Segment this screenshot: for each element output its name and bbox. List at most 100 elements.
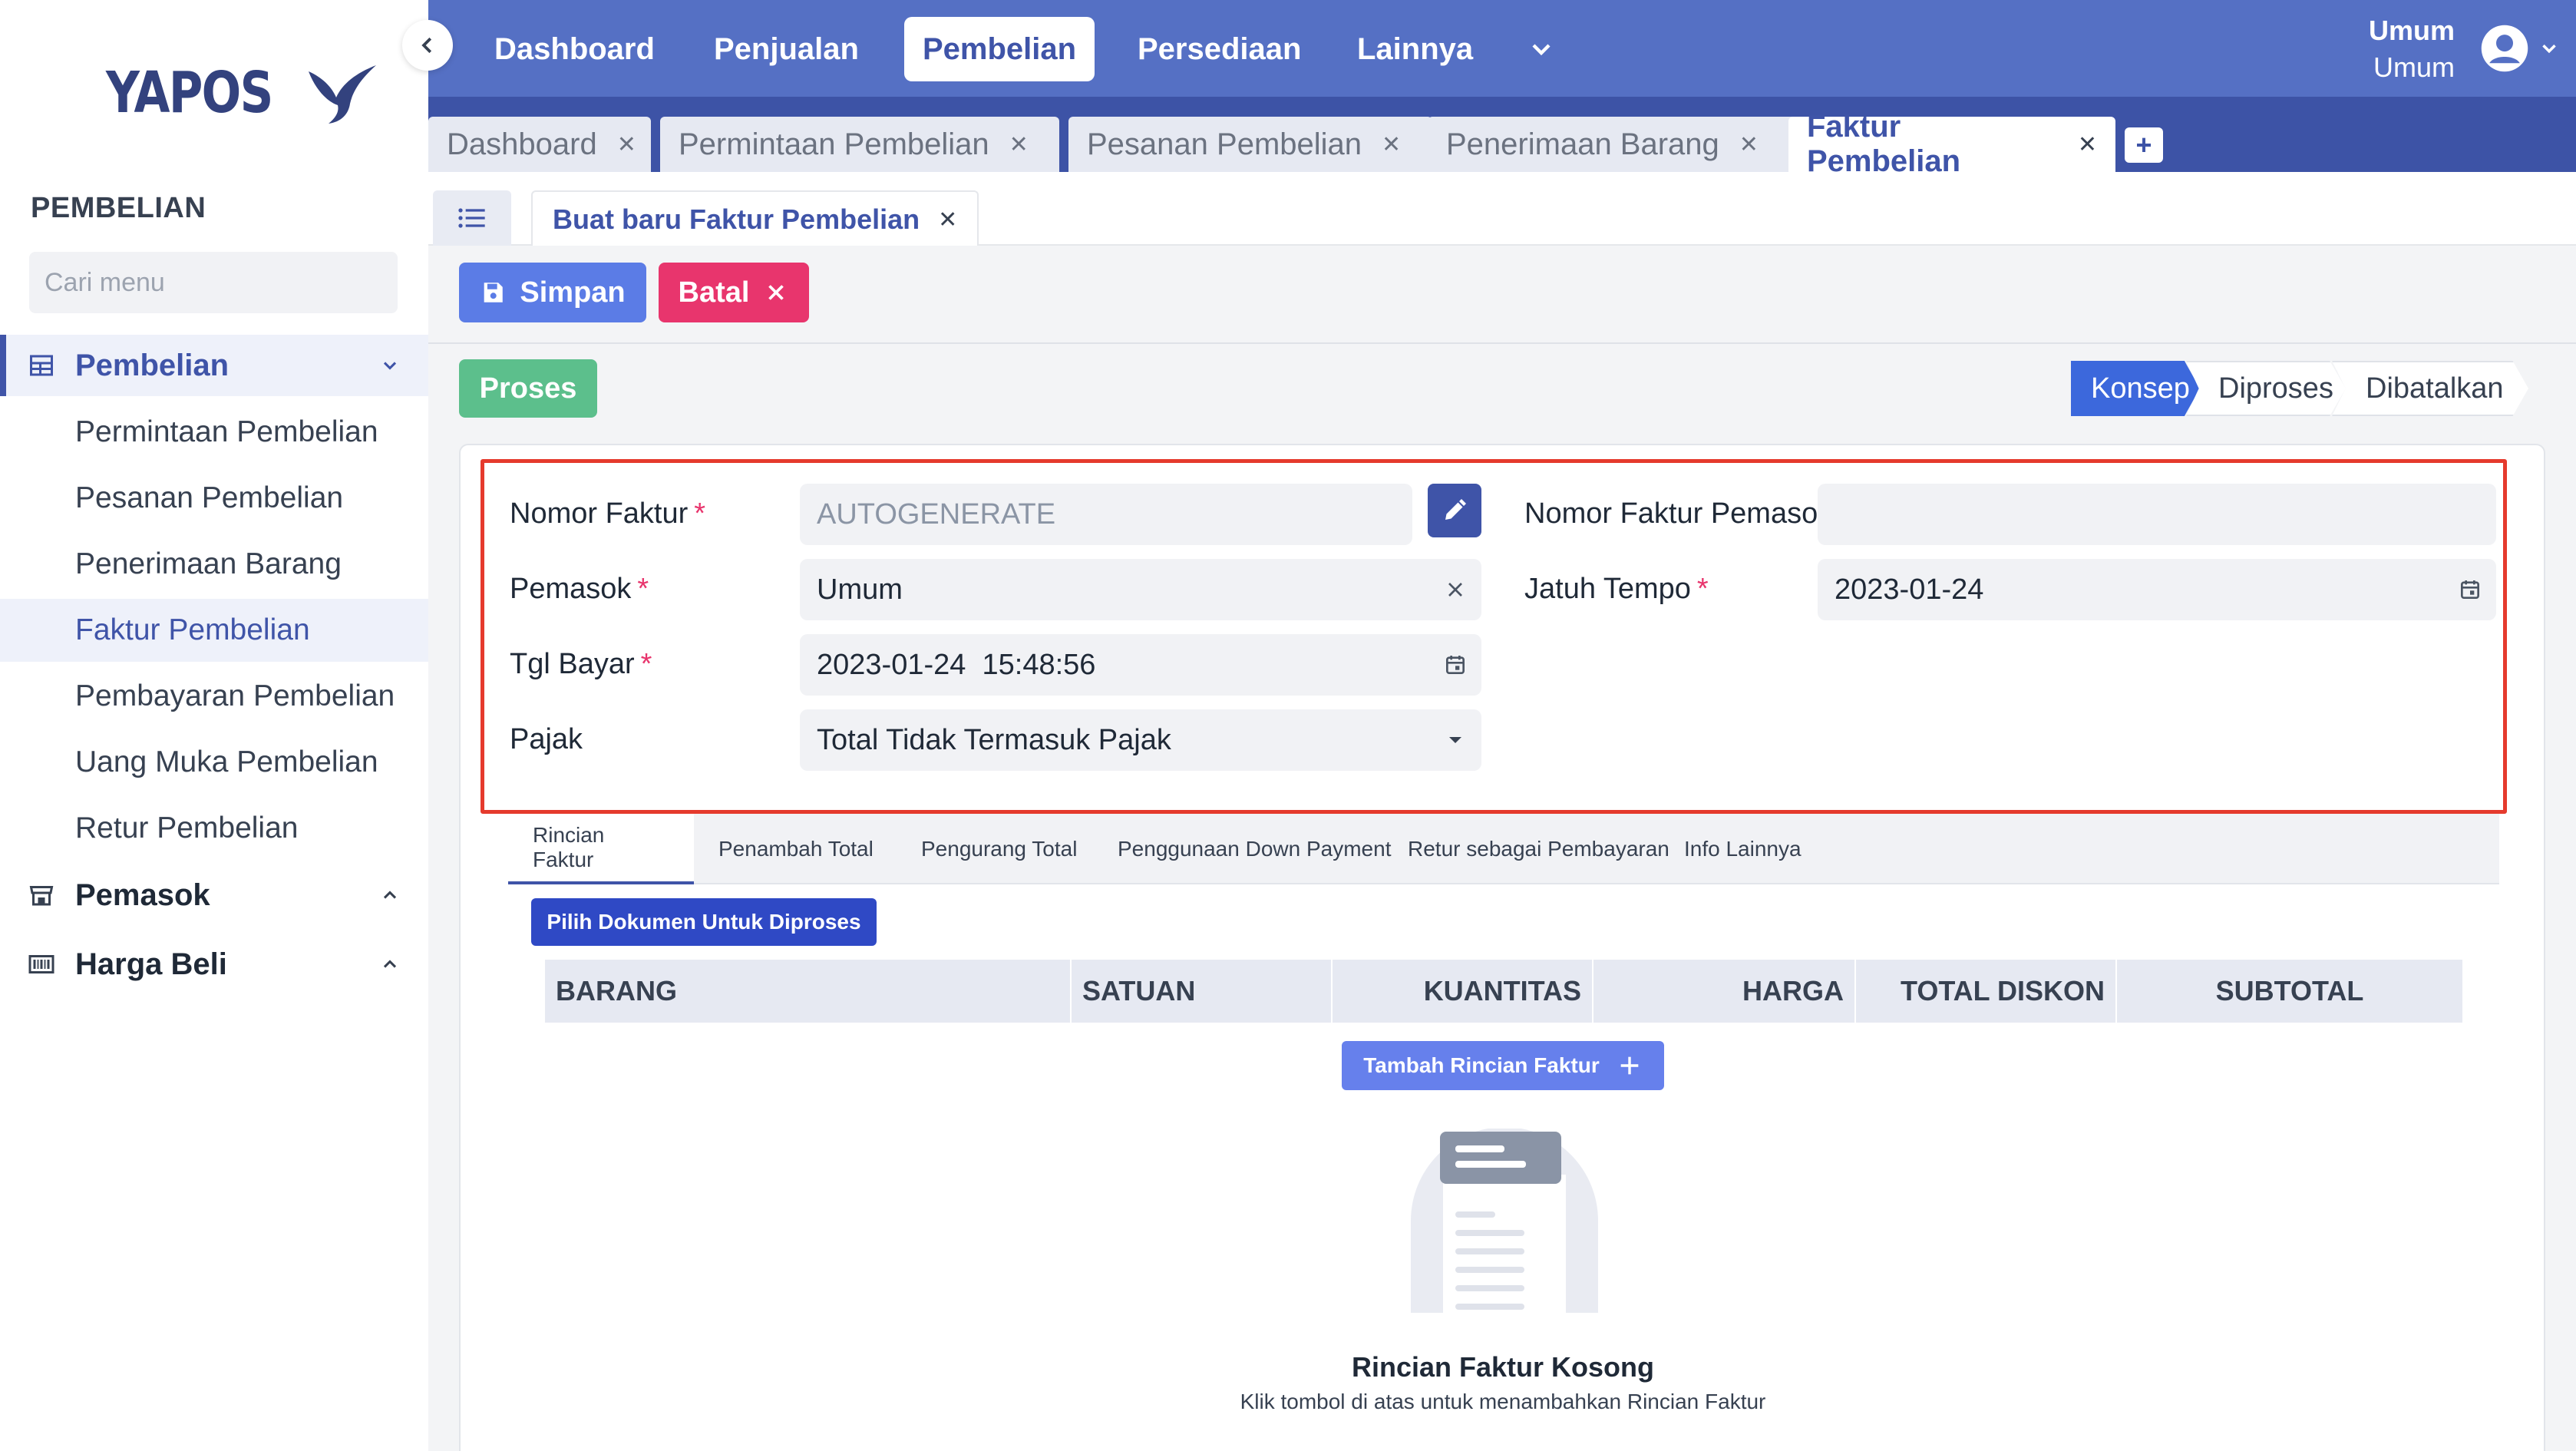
- column-header-total-diskon[interactable]: TOTAL DISKON: [1856, 960, 2117, 1023]
- sidebar-collapse-button[interactable]: [402, 20, 453, 71]
- close-icon[interactable]: ✕: [617, 131, 636, 158]
- close-icon[interactable]: ✕: [1009, 131, 1029, 158]
- pajak-label: Pajak: [510, 723, 583, 755]
- user-info[interactable]: Umum Umum: [2369, 12, 2455, 86]
- sidebar-item-label: Retur Pembelian: [75, 811, 299, 844]
- close-icon[interactable]: ✕: [1739, 131, 1759, 158]
- nomor-faktur-pemasok-input[interactable]: [1818, 484, 2496, 545]
- tgl-bayar-value: 2023-01-24 15:48:56: [817, 648, 1096, 681]
- sidebar-section-title: PEMBELIAN: [31, 192, 206, 224]
- sidebar-item-permintaan-pembelian[interactable]: Permintaan Pembelian: [0, 401, 428, 464]
- tgl-bayar-input[interactable]: 2023-01-24 15:48:56: [800, 634, 1481, 696]
- tab-label: Pesanan Pembelian: [1087, 127, 1362, 161]
- pemasok-label: Pemasok *: [510, 573, 649, 606]
- sub-tab-create-invoice[interactable]: Buat baru Faktur Pembelian ✕: [531, 190, 979, 247]
- status-steps: Konsep Diproses Dibatalkan: [2071, 361, 2528, 416]
- chevron-down-icon[interactable]: [2538, 37, 2561, 60]
- sidebar: YAPOS PEMBELIAN Pembelian Permintaan Pem…: [0, 0, 428, 1451]
- add-invoice-line-button[interactable]: Tambah Rincian Faktur: [1342, 1041, 1664, 1090]
- sidebar-group-label: Pemasok: [75, 878, 210, 912]
- column-header-subtotal[interactable]: SUBTOTAL: [2117, 960, 2462, 1023]
- pick-document-button[interactable]: Pilih Dokumen Untuk Diproses: [531, 898, 877, 946]
- cancel-label: Batal: [678, 276, 750, 309]
- clear-icon[interactable]: [1443, 577, 1468, 602]
- close-icon[interactable]: ✕: [938, 207, 957, 233]
- column-header-harga[interactable]: HARGA: [1593, 960, 1856, 1023]
- tab-rincian-faktur[interactable]: Rincian Faktur: [508, 814, 694, 884]
- sidebar-item-uang-muka-pembelian[interactable]: Uang Muka Pembelian: [0, 731, 428, 794]
- tab-penambah-total[interactable]: Penambah Total: [694, 814, 898, 884]
- process-button[interactable]: Proses: [459, 359, 597, 418]
- bird-logo-icon: [309, 65, 377, 124]
- app-logo[interactable]: YAPOS: [106, 60, 379, 126]
- pemasok-select[interactable]: Umum: [800, 559, 1481, 620]
- sidebar-item-retur-pembelian[interactable]: Retur Pembelian: [0, 797, 428, 860]
- chevron-down-icon: [383, 362, 397, 370]
- sidebar-item-pembayaran-pembelian[interactable]: Pembayaran Pembelian: [0, 665, 428, 728]
- tab-retur-sebagai-pembayaran[interactable]: Retur sebagai Pembayaran: [1383, 814, 1694, 884]
- window-tab-dashboard[interactable]: Dashboard ✕: [428, 117, 651, 172]
- column-header-barang[interactable]: BARANG: [545, 960, 1072, 1023]
- column-header-kuantitas[interactable]: KUANTITAS: [1333, 960, 1593, 1023]
- calendar-icon[interactable]: [1443, 653, 1468, 677]
- jatuh-tempo-input[interactable]: 2023-01-24: [1818, 559, 2496, 620]
- nav-persediaan[interactable]: Persediaan: [1119, 17, 1319, 81]
- nomor-faktur-input[interactable]: AUTOGENERATE: [800, 484, 1412, 545]
- edit-number-button[interactable]: [1428, 484, 1481, 537]
- tab-label: Penerimaan Barang: [1446, 127, 1719, 161]
- menu-search-input[interactable]: [45, 267, 385, 298]
- nav-lainnya[interactable]: Lainnya: [1339, 17, 1491, 81]
- required-mark: *: [637, 573, 649, 605]
- tab-info-lainnya[interactable]: Info Lainnya: [1660, 814, 1826, 884]
- save-label: Simpan: [520, 276, 626, 309]
- sidebar-group-pemasok[interactable]: Pemasok: [0, 864, 428, 926]
- status-step-konsep: Konsep: [2071, 361, 2200, 416]
- required-mark: *: [640, 648, 652, 680]
- user-role: Umum: [2373, 51, 2455, 83]
- tab-pengurang-total[interactable]: Pengurang Total: [897, 814, 1101, 884]
- barcode-icon: [28, 955, 54, 973]
- process-label: Proses: [479, 372, 577, 405]
- plus-icon: +: [2135, 129, 2152, 160]
- sidebar-group-pembelian[interactable]: Pembelian: [0, 335, 428, 396]
- pemasok-value: Umum: [817, 573, 903, 606]
- calendar-icon[interactable]: [2458, 577, 2482, 602]
- save-button[interactable]: Simpan: [459, 263, 646, 322]
- sidebar-item-pesanan-pembelian[interactable]: Pesanan Pembelian: [0, 467, 428, 530]
- window-tab-pesanan-pembelian[interactable]: Pesanan Pembelian ✕: [1068, 117, 1432, 172]
- sidebar-item-faktur-pembelian[interactable]: Faktur Pembelian: [0, 599, 428, 662]
- pajak-select[interactable]: Total Tidak Termasuk Pajak: [800, 709, 1481, 771]
- nav-dashboard[interactable]: Dashboard: [476, 17, 673, 81]
- sidebar-item-penerimaan-barang[interactable]: Penerimaan Barang: [0, 533, 428, 596]
- detail-tabs: Rincian Faktur Penambah Total Pengurang …: [508, 814, 2499, 884]
- add-tab-button[interactable]: +: [2125, 127, 2163, 163]
- close-icon[interactable]: ✕: [1382, 131, 1401, 158]
- required-mark: *: [694, 497, 706, 530]
- plus-icon: [1620, 1056, 1639, 1075]
- tab-penggunaan-down-payment[interactable]: Penggunaan Down Payment: [1093, 814, 1415, 884]
- list-view-button[interactable]: [433, 190, 511, 246]
- nav-pembelian[interactable]: Pembelian: [904, 17, 1095, 81]
- window-tab-faktur-pembelian[interactable]: Faktur Pembelian ✕: [1788, 110, 2115, 178]
- label-text: Pemasok: [510, 573, 632, 605]
- empty-state-title: Rincian Faktur Kosong: [1351, 1351, 1655, 1383]
- sidebar-group-label: Pembelian: [75, 348, 230, 382]
- window-tab-permintaan-pembelian[interactable]: Permintaan Pembelian ✕: [660, 117, 1059, 172]
- nomor-faktur-label: Nomor Faktur *: [510, 497, 705, 530]
- window-tab-penerimaan-barang[interactable]: Penerimaan Barang ✕: [1428, 117, 1821, 172]
- column-header-satuan[interactable]: SATUAN: [1072, 960, 1333, 1023]
- sidebar-group-harga-beli[interactable]: Harga Beli: [0, 934, 428, 995]
- cancel-button[interactable]: Batal: [659, 263, 809, 322]
- nomor-faktur-placeholder: AUTOGENERATE: [817, 497, 1056, 530]
- sidebar-item-label: Pembayaran Pembelian: [75, 679, 395, 712]
- sidebar-item-label: Uang Muka Pembelian: [75, 745, 378, 778]
- tgl-bayar-label: Tgl Bayar *: [510, 648, 652, 681]
- store-icon: [29, 886, 54, 906]
- close-icon[interactable]: ✕: [2078, 131, 2097, 158]
- nav-penjualan[interactable]: Penjualan: [695, 17, 877, 81]
- detail-table-header: BARANG SATUAN KUANTITAS HARGA TOTAL DISK…: [545, 960, 2462, 1023]
- avatar-icon[interactable]: [2479, 23, 2530, 74]
- logo-text: YAPOS: [106, 60, 273, 126]
- tab-label: Permintaan Pembelian: [679, 127, 989, 161]
- chevron-down-icon[interactable]: [1526, 34, 1557, 64]
